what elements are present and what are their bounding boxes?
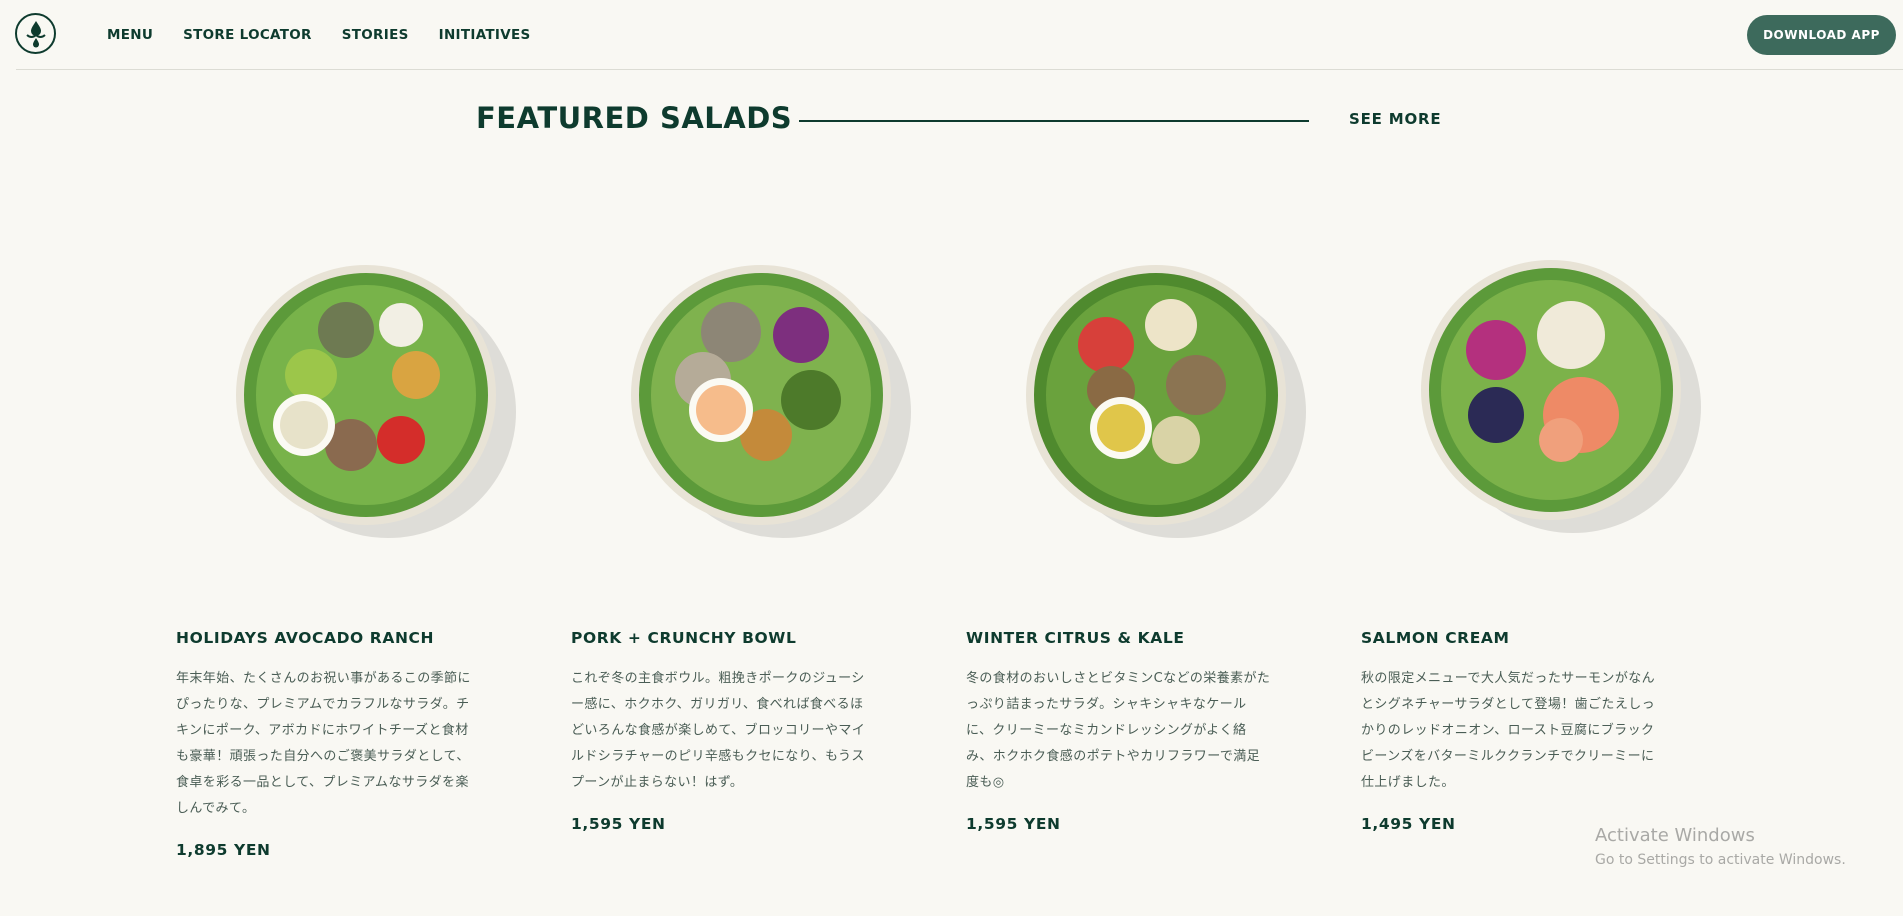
pork-crunchy-bowl-image[interactable] [621, 250, 921, 550]
windows-activation-watermark: Activate Windows Go to Settings to activ… [1595, 824, 1846, 870]
salmon-cream-salad-image[interactable] [1411, 245, 1711, 545]
section-title: FEATURED SALADS [476, 101, 793, 135]
card-description: 冬の食材のおいしさとビタミンCなどの栄養素がたっぷり詰まったサラダ。シャキシャキ… [966, 671, 1271, 790]
title-divider [799, 120, 1309, 122]
winter-citrus-kale-salad-image[interactable] [1016, 250, 1316, 550]
salad-card[interactable]: HOLIDAYS AVOCADO RANCH 年末年始、たくさんのお祝い事がある… [176, 230, 516, 859]
watermark-subtitle: Go to Settings to activate Windows. [1595, 852, 1846, 868]
card-description: 秋の限定メニューで大人気だったサーモンがなんとシグネチャーサラダとして登場！歯ご… [1361, 671, 1656, 790]
main-nav: MENU STORE LOCATOR STORIES INITIATIVES [107, 0, 561, 69]
card-name[interactable]: WINTER CITRUS & KALE [966, 629, 1185, 647]
drop-logo-icon[interactable] [15, 13, 56, 54]
nav-menu[interactable]: MENU [107, 27, 153, 43]
nav-initiatives[interactable]: INITIATIVES [439, 27, 531, 43]
watermark-title: Activate Windows [1595, 825, 1755, 846]
salad-card[interactable]: WINTER CITRUS & KALE 冬の食材のおいしさとビタミンCなどの栄… [966, 230, 1306, 833]
card-price: 1,595 YEN [571, 815, 666, 833]
nav-stories[interactable]: STORIES [342, 27, 409, 43]
salad-card[interactable]: SALMON CREAM 秋の限定メニューで大人気だったサーモンがなんとシグネチ… [1361, 230, 1701, 833]
see-more-link[interactable]: SEE MORE [1349, 110, 1441, 128]
card-description: これぞ冬の主食ボウル。粗挽きポークのジューシー感に、ホクホク、ガリガリ、食べれば… [571, 671, 866, 790]
download-app-button[interactable]: DOWNLOAD APP [1747, 15, 1896, 55]
nav-store-locator[interactable]: STORE LOCATOR [183, 27, 312, 43]
card-name[interactable]: SALMON CREAM [1361, 629, 1510, 647]
card-name[interactable]: HOLIDAYS AVOCADO RANCH [176, 629, 434, 647]
salad-card[interactable]: PORK + CRUNCHY BOWL これぞ冬の主食ボウル。粗挽きポークのジュ… [571, 230, 911, 833]
card-name[interactable]: PORK + CRUNCHY BOWL [571, 629, 796, 647]
avocado-ranch-salad-bowl-image[interactable] [226, 250, 526, 550]
card-price: 1,495 YEN [1361, 815, 1456, 833]
header-divider [16, 69, 1903, 70]
card-price: 1,595 YEN [966, 815, 1061, 833]
site-header: MENU STORE LOCATOR STORIES INITIATIVES D… [0, 0, 1903, 70]
card-description: 年末年始、たくさんのお祝い事があるこの季節にぴったりな、プレミアムでカラフルなサ… [176, 671, 471, 816]
card-price: 1,895 YEN [176, 841, 271, 859]
